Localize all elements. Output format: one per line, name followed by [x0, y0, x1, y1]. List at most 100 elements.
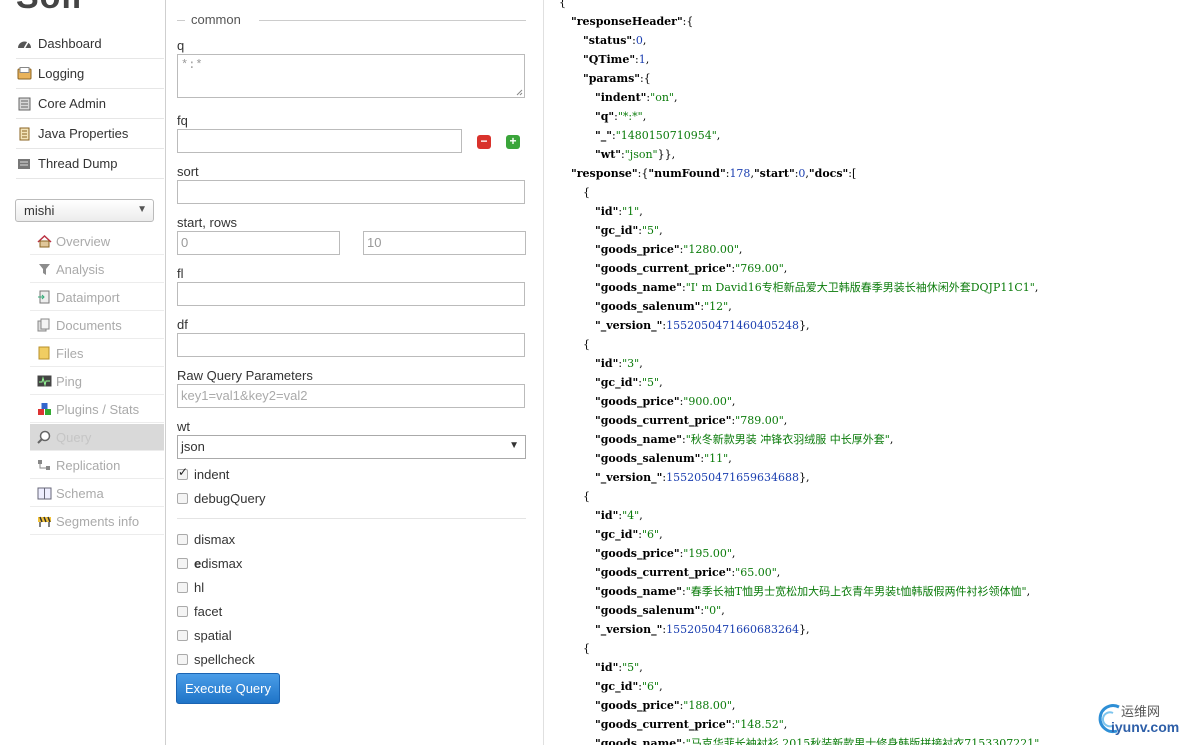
json-key: "_version_" [595, 623, 663, 636]
json-line: "goods_price":"188.00", [595, 699, 735, 713]
dropdown-arrow-icon: ▼ [509, 440, 519, 451]
json-string: "789.00" [735, 414, 784, 427]
json-punct: , [659, 528, 663, 541]
json-line: "goods_name":"I' m David16专柜新品爱大卫韩版春季男装长… [595, 281, 1038, 295]
execute-query-button[interactable]: Execute Query [176, 673, 280, 704]
spellcheck-checkbox[interactable]: spellcheck [177, 652, 255, 667]
core-item-overview[interactable]: Overview [30, 228, 164, 255]
json-key: "goods_price" [595, 243, 680, 256]
json-line: "goods_name":"秋冬新款男装 冲锋衣羽绒服 中长厚外套", [595, 433, 893, 447]
json-punct: , [1026, 585, 1031, 598]
core-item-replication[interactable]: Replication [30, 452, 164, 479]
core-item-dataimport[interactable]: Dataimport [30, 284, 164, 311]
query-form: common q *:* fq − + sort start, rows 0 1… [166, 0, 543, 745]
fq-input[interactable] [177, 129, 462, 153]
json-punct: , [889, 433, 894, 446]
json-key: "goods_price" [595, 699, 680, 712]
raw-params-input[interactable]: key1=val1&key2=val2 [177, 384, 525, 408]
documents-icon [36, 318, 52, 332]
json-line: { [559, 0, 566, 10]
json-punct: { [583, 338, 590, 351]
resize-handle-icon [516, 89, 523, 96]
json-string: "秋冬新款男装 冲锋衣羽绒服 中长厚外套" [685, 433, 890, 446]
json-punct: , [645, 53, 650, 66]
core-item-ping[interactable]: Ping [30, 368, 164, 395]
nav-item-core-admin[interactable]: Core Admin [16, 89, 164, 119]
q-input[interactable]: *:* [177, 54, 525, 98]
json-punct: , [639, 661, 643, 674]
core-item-segments-info[interactable]: Segments info [30, 508, 164, 535]
edismax-checkbox[interactable]: e dismax [177, 556, 242, 571]
json-string: "900.00" [683, 395, 732, 408]
core-item-label: Files [56, 345, 84, 361]
json-line: "goods_salenum":"11", [595, 452, 732, 466]
core-selector[interactable]: mishi ▼ [15, 199, 154, 222]
json-string: "马克华菲长袖衬衫 2015秋装新款男士修身韩版拼接衬衣7153307221" [685, 737, 1040, 745]
dropdown-arrow-icon: ▼ [137, 204, 147, 215]
json-string: "5" [641, 376, 660, 389]
dismax-checkbox[interactable]: dismax [177, 532, 235, 547]
json-line: "goods_price":"195.00", [595, 547, 735, 561]
nav-item-label: Core Admin [38, 96, 106, 111]
plus-icon: + [509, 134, 517, 148]
fl-label: fl [177, 266, 184, 281]
core-item-documents[interactable]: Documents [30, 312, 164, 339]
json-punct: , [783, 718, 788, 731]
core-item-label: Analysis [56, 261, 105, 277]
json-key: "gc_id" [595, 680, 639, 693]
debugquery-checkbox[interactable]: debugQuery [177, 491, 266, 506]
json-key: "params" [583, 72, 641, 85]
json-punct: :{ [640, 72, 651, 85]
json-key: "response" [571, 167, 638, 180]
wt-label: wt [177, 419, 190, 434]
json-punct: :{ [637, 167, 649, 180]
checkbox-checked-icon [177, 465, 188, 480]
json-string: "0" [704, 604, 722, 617]
json-string: "1480150710954" [615, 129, 717, 142]
fq-label: fq [177, 113, 188, 128]
json-punct: , [642, 34, 647, 47]
json-line: "goods_current_price":"148.52", [595, 718, 787, 732]
facet-checkbox[interactable]: facet [177, 604, 222, 619]
rows-input[interactable]: 10 [363, 231, 526, 255]
hl-checkbox[interactable]: hl [177, 580, 204, 595]
json-punct: { [583, 490, 590, 503]
json-key: "id" [595, 509, 619, 522]
json-key: "QTime" [583, 53, 636, 66]
checkbox-icon [177, 558, 188, 569]
json-string: "188.00" [683, 699, 732, 712]
core-item-label: Overview [56, 233, 111, 249]
json-punct: , [659, 680, 663, 693]
core-item-label: Ping [56, 373, 83, 389]
json-string: "json" [624, 148, 658, 161]
json-key: "numFound" [648, 167, 726, 180]
core-item-query[interactable]: Query [30, 424, 164, 451]
df-input[interactable] [177, 333, 525, 357]
indent-checkbox[interactable]: indent [177, 465, 229, 482]
nav-item-logging[interactable]: Logging [16, 59, 164, 89]
core-item-files[interactable]: Files [30, 340, 164, 367]
sort-input[interactable] [177, 180, 525, 204]
json-number: 1552050471660683264 [666, 623, 800, 636]
core-item-plugins-stats[interactable]: Plugins / Stats [30, 396, 164, 423]
start-input[interactable]: 0 [177, 231, 340, 255]
json-string: "on" [650, 91, 674, 104]
fl-input[interactable] [177, 282, 525, 306]
nav-item-thread-dump[interactable]: Thread Dump [16, 149, 164, 179]
json-key: "_version_" [595, 319, 663, 332]
json-key: "_" [595, 129, 612, 142]
nav-item-java-properties[interactable]: Java Properties [16, 119, 164, 149]
wt-select[interactable]: json ▼ [177, 435, 526, 459]
add-fq-button[interactable]: + [506, 135, 520, 149]
spatial-checkbox[interactable]: spatial [177, 628, 232, 643]
json-key: "indent" [595, 91, 647, 104]
core-item-schema[interactable]: Schema [30, 480, 164, 507]
java-properties-icon [16, 127, 32, 141]
remove-fq-button[interactable]: − [477, 135, 491, 149]
core-item-analysis[interactable]: Analysis [30, 256, 164, 283]
response-panel: {"responseHeader":{"status":0, "QTime":1,… [544, 0, 1198, 745]
json-punct: { [559, 0, 566, 9]
json-line: "goods_price":"1280.00", [595, 243, 742, 257]
nav-item-dashboard[interactable]: Dashboard [16, 29, 164, 59]
core-item-label: Schema [56, 485, 104, 501]
